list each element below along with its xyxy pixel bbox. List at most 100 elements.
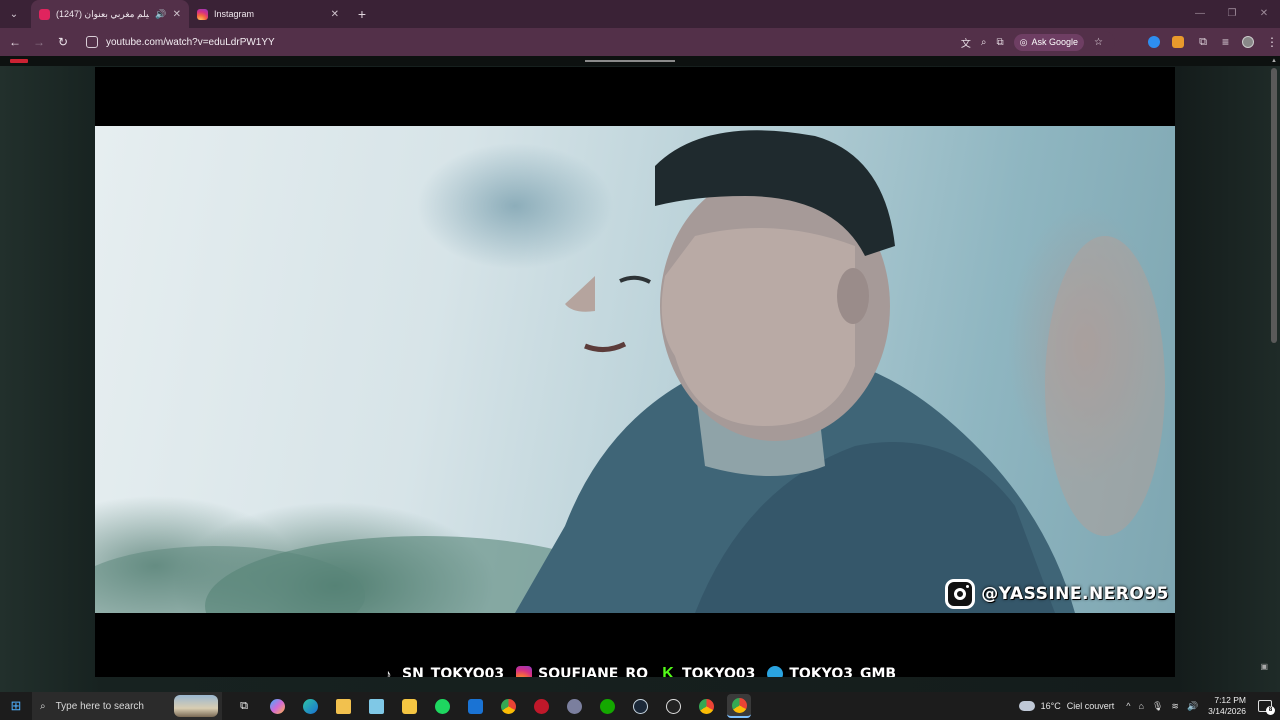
- search-highlight-image[interactable]: [174, 695, 218, 717]
- start-button[interactable]: ⊞: [0, 698, 32, 714]
- restore-button[interactable]: ❐: [1216, 0, 1248, 28]
- minimize-button[interactable]: —: [1184, 0, 1216, 28]
- wifi-icon[interactable]: ≋: [1171, 701, 1179, 712]
- address-bar[interactable]: youtube.com/watch?v=eduLdrPW1YY 文 ⌕ ⧉ ◎ A…: [80, 31, 1115, 53]
- taskbar-apps: ⧉: [232, 694, 751, 718]
- steam-icon[interactable]: [628, 694, 652, 718]
- tab-strip: ⌄ (1247) فيلم مغربي بعنوان 🔊 ✕ Instagram…: [0, 0, 1280, 28]
- chrome-active-icon[interactable]: [727, 694, 751, 718]
- youtube-logo-icon[interactable]: [10, 59, 28, 63]
- page-content: @YASSINE.NERO95 ♪ SN_TOKYO03 SOUFIANE_RO…: [0, 56, 1280, 692]
- app-dark-icon[interactable]: [661, 694, 685, 718]
- new-tab-button[interactable]: +: [351, 6, 373, 22]
- profile-avatar[interactable]: [1242, 36, 1254, 48]
- mini-search-bar[interactable]: [585, 60, 675, 62]
- watermark-handle: @YASSINE.NERO95: [981, 584, 1169, 604]
- network-icon[interactable]: ⌂: [1139, 701, 1144, 712]
- speaker-icon[interactable]: 🔊: [155, 9, 166, 20]
- media-control-icon[interactable]: ≡: [1222, 36, 1230, 48]
- search-icon: ⌕: [40, 700, 46, 712]
- extensions-puzzle-icon[interactable]: ⧉: [1196, 36, 1210, 48]
- credit-tiktok: SN_TOKYO03: [402, 666, 505, 677]
- chevron-down-icon: ⌄: [9, 8, 19, 20]
- window-controls: — ❐ ✕: [1184, 0, 1280, 28]
- omnibox-actions: 文 ⌕ ⧉ ◎ Ask Google ☆: [961, 31, 1103, 53]
- page-scrollbar[interactable]: [1271, 68, 1277, 343]
- browser-toolbar: ← → ↻ youtube.com/watch?v=eduLdrPW1YY 文 …: [0, 28, 1280, 56]
- app-red-icon[interactable]: [529, 694, 553, 718]
- instagram-icon: [945, 579, 976, 609]
- edge-icon[interactable]: [298, 694, 322, 718]
- url-text[interactable]: youtube.com/watch?v=eduLdrPW1YY: [106, 37, 275, 48]
- close-window-button[interactable]: ✕: [1248, 0, 1280, 28]
- windows-taskbar: ⊞ ⌕ Type here to search ⧉ 16°C Ciel couv…: [0, 692, 1280, 720]
- weather-temperature: 16°C: [1040, 701, 1061, 711]
- clock-time: 7:12 PM: [1214, 695, 1246, 705]
- weather-widget[interactable]: 16°C Ciel couvert: [1018, 701, 1115, 711]
- credit-kick: TOKYO03: [682, 666, 756, 677]
- discord-icon[interactable]: [562, 694, 586, 718]
- close-icon[interactable]: ✕: [173, 9, 181, 20]
- video-credits: ♪ SN_TOKYO03 SOUFIANE_RO K TOKYO03 TOKYO…: [380, 663, 902, 677]
- extension-blue-icon[interactable]: [1148, 36, 1160, 48]
- chrome-icon[interactable]: [496, 694, 520, 718]
- tray-icons: ^ ⌂ 🎙 ≋ 🔊: [1126, 701, 1198, 712]
- tab-instagram[interactable]: Instagram ✕: [189, 0, 347, 28]
- fullscreen-icon[interactable]: ▣: [1260, 662, 1268, 671]
- weather-condition: Ciel couvert: [1066, 701, 1115, 711]
- credit-instagram: SOUFIANE_RO: [538, 666, 649, 677]
- notification-badge: 8: [1266, 706, 1275, 715]
- tiktok-icon: ♪: [384, 666, 392, 677]
- ask-google-button[interactable]: ◎ Ask Google: [1013, 33, 1085, 51]
- microphone-icon[interactable]: 🎙: [1152, 701, 1163, 712]
- bookmark-star-icon[interactable]: ☆: [1094, 37, 1103, 48]
- video-player[interactable]: @YASSINE.NERO95 ♪ SN_TOKYO03 SOUFIANE_RO…: [95, 67, 1175, 677]
- reload-button[interactable]: ↻: [51, 35, 75, 49]
- lens-icon: ◎: [1019, 36, 1028, 47]
- chrome-icon[interactable]: [694, 694, 718, 718]
- back-button[interactable]: ←: [3, 35, 27, 49]
- instagram-watermark: @YASSINE.NERO95: [945, 579, 1169, 609]
- notepad-icon[interactable]: [364, 694, 388, 718]
- telegram-icon: [767, 666, 784, 677]
- tab-youtube[interactable]: (1247) فيلم مغربي بعنوان 🔊 ✕: [31, 0, 189, 28]
- video-frame: @YASSINE.NERO95: [95, 126, 1175, 613]
- credit-telegram: TOKYO3_GMB: [789, 666, 897, 677]
- file-explorer-icon[interactable]: [331, 694, 355, 718]
- close-icon[interactable]: ✕: [331, 9, 339, 20]
- extensions-area: ⧉ ≡ ⋮: [1148, 28, 1278, 56]
- clock-date: 3/14/2026: [1208, 706, 1246, 716]
- install-app-icon[interactable]: ⧉: [997, 37, 1004, 48]
- system-tray: 16°C Ciel couvert ^ ⌂ 🎙 ≋ 🔊 7:12 PM 3/14…: [1018, 692, 1280, 720]
- translate-icon[interactable]: 文: [961, 35, 971, 50]
- scroll-up-arrow[interactable]: ▲: [1271, 58, 1277, 64]
- store-icon[interactable]: [397, 694, 421, 718]
- ask-google-label: Ask Google: [1031, 37, 1079, 47]
- chevron-up-icon[interactable]: ^: [1126, 701, 1130, 712]
- outlook-icon[interactable]: [463, 694, 487, 718]
- notification-center-icon[interactable]: 8: [1258, 700, 1275, 715]
- instagram-icon: [197, 8, 208, 20]
- more-menu-icon[interactable]: ⋮: [1266, 36, 1278, 48]
- tab-title: (1247) فيلم مغربي بعنوان: [56, 8, 150, 19]
- instagram-icon: [516, 666, 533, 677]
- upwork-icon[interactable]: [595, 694, 619, 718]
- kick-icon: K: [662, 665, 674, 678]
- copilot-icon[interactable]: [265, 694, 289, 718]
- task-view-icon[interactable]: ⧉: [232, 694, 256, 718]
- spotify-icon[interactable]: [430, 694, 454, 718]
- extension-orange-icon[interactable]: [1172, 36, 1184, 48]
- person-figure: [95, 130, 1165, 613]
- volume-icon[interactable]: 🔊: [1187, 701, 1198, 712]
- zoom-icon[interactable]: ⌕: [981, 37, 987, 48]
- tab-search-button[interactable]: ⌄: [3, 4, 25, 24]
- search-placeholder: Type here to search: [55, 700, 144, 712]
- clock[interactable]: 7:12 PM 3/14/2026: [1208, 695, 1246, 717]
- cloud-icon: [1018, 701, 1035, 711]
- site-info-icon[interactable]: [86, 36, 98, 48]
- forward-button[interactable]: →: [27, 35, 51, 49]
- taskbar-search[interactable]: ⌕ Type here to search: [32, 692, 222, 720]
- page-top-strip: [0, 56, 1280, 66]
- youtube-icon: [39, 8, 50, 20]
- tab-title: Instagram: [214, 9, 255, 19]
